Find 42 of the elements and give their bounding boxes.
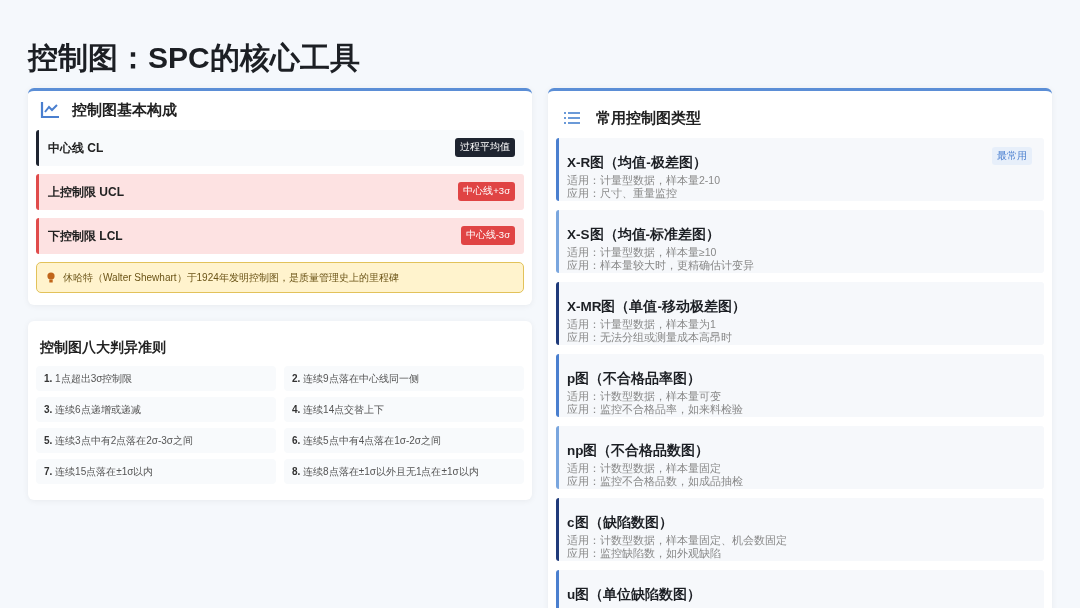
- lightbulb-icon: [47, 271, 55, 283]
- section-heading: 控制图八大判异准则: [39, 337, 167, 357]
- description-line: 适用：计量型数据，样本量为1: [567, 317, 716, 332]
- description-line: 应用：样本量较大时，更精确估计变异: [567, 259, 754, 273]
- note-text: 休哈特（Walter Shewhart）于1924年发明控制图，是质量管理史上的里程碑: [63, 270, 399, 285]
- chart-type-title: X-MR图（单值-移动极差图）: [567, 298, 746, 314]
- page-title: 控制图：SPC的核心工具: [28, 40, 361, 76]
- chart-type-title: X-S图（均值-标准差图）: [567, 226, 720, 242]
- rule-item: 2. 连续9点落在中心线同一侧: [284, 365, 524, 391]
- value-badge: 中心线+3σ: [458, 182, 515, 201]
- description-line: 应用：监控不合格品数，如成品抽检: [567, 475, 743, 489]
- chart-type-title: X-R图（均值-极差图）: [567, 154, 707, 170]
- value-badge: 中心线-3σ: [460, 226, 515, 245]
- component-label: 下控制限 LCL: [48, 227, 123, 245]
- chart-type-title: p图（不合格品率图）: [567, 370, 702, 386]
- rule-item: 8. 连续8点落在±1σ以外且无1点在±1σ以内: [284, 458, 524, 484]
- rule-item: 3. 连续6点递增或递减: [36, 396, 276, 422]
- description-line: 适用：计量型数据，样本量2-10: [567, 173, 720, 188]
- line-chart-icon: [40, 101, 60, 120]
- rule-item: 4. 连续14点交替上下: [284, 396, 524, 422]
- rule-item: 7. 连续15点落在±1σ以内: [36, 458, 276, 484]
- description-line: 应用：监控不合格品率，如来料检验: [567, 403, 743, 417]
- component-label: 中心线 CL: [48, 139, 104, 157]
- value-badge: 过程平均值: [455, 138, 515, 157]
- description-line: 应用：尺寸、重量监控: [567, 187, 677, 201]
- rule-item: 1. 1点超出3σ控制限: [36, 365, 276, 391]
- section-heading: 常用控制图类型: [596, 108, 701, 128]
- rule-item: 6. 连续5点中有4点落在1σ-2σ之间: [284, 427, 524, 453]
- rule-item: 5. 连续3点中有2点落在2σ-3σ之间: [36, 427, 276, 453]
- chart-type-title: c图（缺陷数图）: [567, 514, 673, 530]
- description-line: 适用：计数型数据，样本量可变: [567, 389, 721, 404]
- description-line: 适用：计数型数据，样本量固定、机会数固定: [567, 533, 787, 548]
- description-line: 适用：计量型数据，样本量≥10: [567, 245, 717, 260]
- description-line: 应用：无法分组或测量成本高昂时: [567, 331, 732, 345]
- component-label: 上控制限 UCL: [48, 183, 124, 201]
- description-line: 应用：监控缺陷数，如外观缺陷: [567, 547, 721, 561]
- list-icon: [564, 111, 580, 126]
- chart-type-title: u图（单位缺陷数图）: [567, 586, 702, 602]
- chart-type-title: np图（不合格品数图）: [567, 442, 710, 458]
- tag-badge: 最常用: [992, 146, 1032, 165]
- description-line: 适用：计数型数据，样本量固定: [567, 461, 721, 476]
- section-heading: 控制图基本构成: [72, 100, 177, 120]
